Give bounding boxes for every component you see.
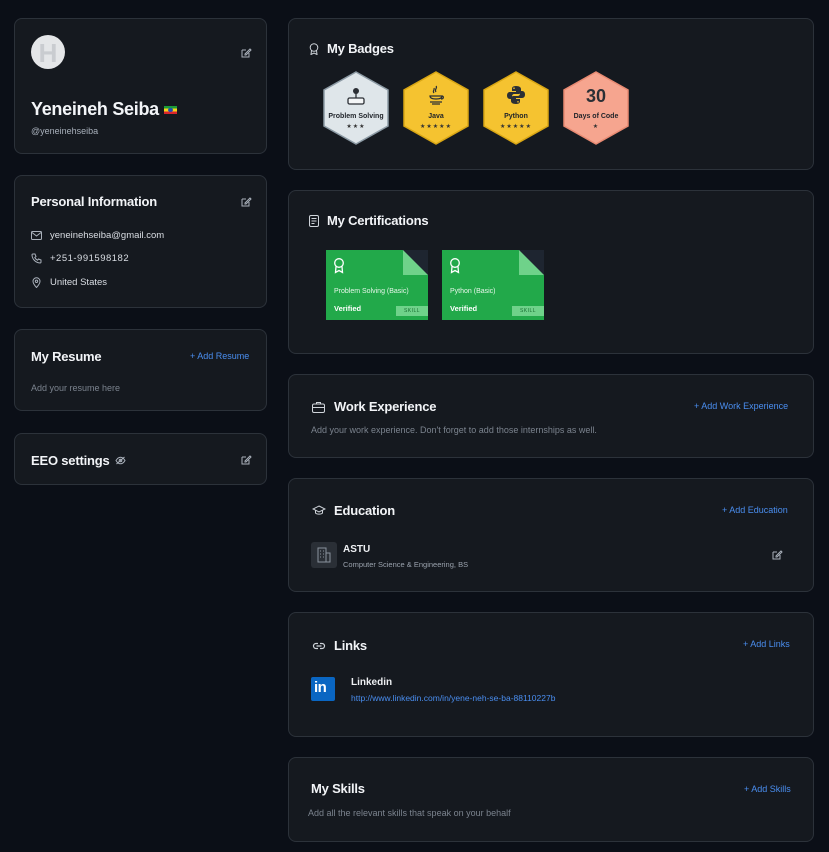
skills-placeholder: Add all the relevant skills that speak o… — [308, 808, 511, 818]
location-text: United States — [50, 277, 108, 288]
work-placeholder: Add your work experience. Don't forget t… — [311, 425, 597, 435]
links-title: Links — [334, 638, 367, 653]
location-row: United States — [31, 277, 107, 288]
eye-off-icon — [114, 456, 126, 465]
link-name: Linkedin — [351, 677, 393, 688]
school-logo — [311, 542, 337, 568]
personal-info-card: Personal Information yeneinehseiba@gmail… — [14, 175, 267, 308]
certificate-icon — [309, 214, 319, 227]
python-icon — [507, 86, 525, 104]
edit-icon[interactable] — [240, 47, 252, 59]
phone-text: +251-991598182 — [50, 253, 130, 264]
badge-problem-solving[interactable]: Problem Solving ★★★ — [322, 71, 390, 145]
badge-python[interactable]: Python ★★★★★ — [482, 71, 550, 145]
resume-card: My Resume + Add Resume Add your resume h… — [14, 329, 267, 411]
badges-card: My Badges Problem Solving ★★★ Java ★★★★★… — [288, 18, 814, 170]
profile-username: @yeneinehseiba — [31, 126, 99, 136]
badge-icon — [309, 42, 319, 55]
phone-icon — [31, 253, 42, 264]
badge-stars: ★★★★★ — [500, 124, 532, 130]
avatar[interactable]: H — [31, 35, 65, 69]
award-icon — [334, 258, 344, 274]
badge-stars: ★★★ — [346, 124, 366, 130]
verified-label: Verified — [334, 304, 362, 313]
link-icon — [312, 642, 326, 649]
badge-label: Problem Solving — [328, 113, 384, 120]
phone-row: +251-991598182 — [31, 253, 129, 264]
flag-icon — [163, 105, 177, 114]
work-title: Work Experience — [334, 399, 437, 414]
badge-label: Python — [504, 113, 528, 120]
skill-tag: SKILL — [512, 306, 544, 316]
linkedin-icon: in — [311, 677, 335, 701]
certifications-title: My Certifications — [327, 213, 429, 228]
edit-icon[interactable] — [240, 454, 252, 466]
work-experience-card: Work Experience + Add Work Experience Ad… — [288, 374, 814, 458]
email-row: yeneinehseiba@gmail.com — [31, 230, 164, 241]
certificate-card[interactable]: Problem Solving (Basic) Verified SKILL — [326, 250, 428, 320]
certificate-title: Python (Basic) — [450, 288, 496, 295]
eeo-card: EEO settings — [14, 433, 267, 485]
link-url[interactable]: http://www.linkedin.com/in/yene-neh-se-b… — [351, 693, 555, 703]
badges-title: My Badges — [327, 41, 394, 56]
education-card: Education + Add Education ASTU Computer … — [288, 478, 814, 592]
badge-30-days-of-code[interactable]: 30 Days of Code ★ — [562, 71, 630, 145]
education-title: Education — [334, 503, 396, 518]
email-text[interactable]: yeneinehseiba@gmail.com — [50, 230, 164, 241]
badge-stars: ★★★★★ — [420, 124, 452, 130]
location-pin-icon — [32, 277, 41, 288]
badge-label: Days of Code — [573, 113, 619, 120]
certifications-card: My Certifications Problem Solving (Basic… — [288, 190, 814, 354]
resume-placeholder: Add your resume here — [31, 383, 121, 393]
skill-tag: SKILL — [396, 306, 428, 316]
edit-icon[interactable] — [240, 196, 252, 208]
eeo-title: EEO settings — [31, 453, 110, 468]
degree-text: Computer Science & Engineering, BS — [343, 560, 469, 569]
mail-icon — [31, 231, 42, 240]
add-skills-link[interactable]: + Add Skills — [744, 784, 791, 794]
certificate-card[interactable]: Python (Basic) Verified SKILL — [442, 250, 544, 320]
verified-label: Verified — [450, 304, 478, 313]
badge-label: Java — [428, 113, 444, 120]
personal-info-title: Personal Information — [31, 194, 158, 209]
resume-title: My Resume — [31, 349, 102, 364]
skills-card: My Skills + Add Skills Add all the relev… — [288, 757, 814, 842]
award-icon — [450, 258, 460, 274]
badge-number: 30 — [585, 86, 607, 106]
graduation-cap-icon — [312, 505, 326, 515]
add-resume-link[interactable]: + Add Resume — [190, 351, 249, 361]
page-fold — [519, 250, 544, 275]
certificate-title: Problem Solving (Basic) — [334, 288, 409, 295]
add-education-link[interactable]: + Add Education — [722, 505, 788, 515]
add-links-link[interactable]: + Add Links — [743, 639, 790, 649]
add-work-experience-link[interactable]: + Add Work Experience — [694, 401, 788, 411]
briefcase-icon — [312, 401, 325, 413]
profile-card: H Yeneineh Seiba @yeneinehseiba — [14, 18, 267, 154]
java-icon — [429, 85, 444, 105]
links-card: Links + Add Links in Linkedin http://www… — [288, 612, 814, 737]
badge-stars: ★ — [592, 124, 600, 130]
edit-icon[interactable] — [771, 549, 783, 561]
school-name: ASTU — [343, 544, 371, 555]
page-fold — [403, 250, 428, 275]
building-icon — [317, 547, 331, 563]
avatar-letter: H — [38, 38, 58, 68]
profile-name: Yeneineh Seiba — [31, 99, 159, 119]
skills-title: My Skills — [311, 781, 365, 796]
badge-java[interactable]: Java ★★★★★ — [402, 71, 470, 145]
joystick-icon — [347, 88, 365, 105]
